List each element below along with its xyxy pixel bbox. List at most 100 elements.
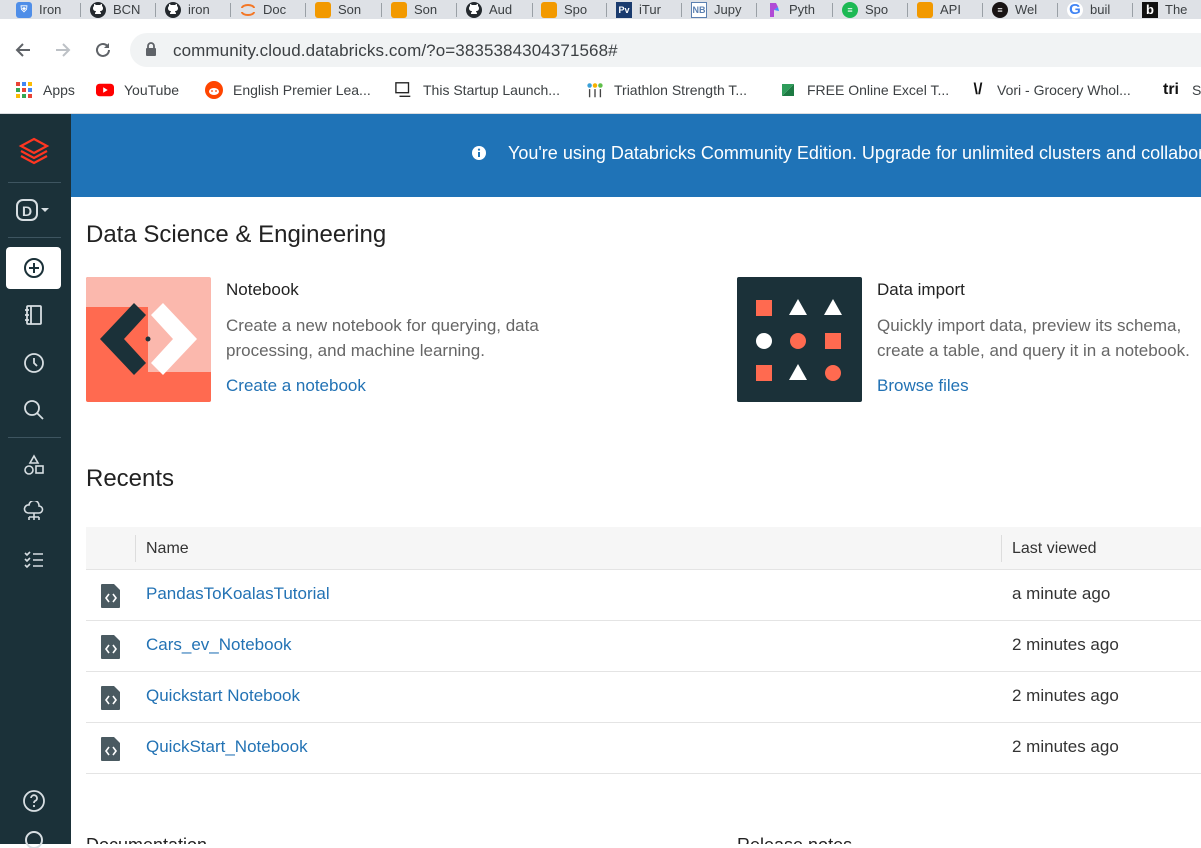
search-icon bbox=[23, 400, 44, 420]
tab-label: Jupy bbox=[714, 2, 742, 17]
browser-tab[interactable]: G buil bbox=[1051, 0, 1131, 19]
workspace-button[interactable] bbox=[6, 294, 61, 336]
browser-tab[interactable]: Son bbox=[375, 0, 455, 19]
tab-label: buil bbox=[1090, 2, 1111, 17]
recents-button[interactable] bbox=[6, 342, 61, 384]
card-description: Create a new notebook for querying, data… bbox=[226, 316, 539, 360]
bookmark-label: Apps bbox=[43, 82, 75, 98]
bookmark-orange-icon bbox=[541, 1, 557, 18]
bookmark-startup[interactable]: This Startup Launch... bbox=[395, 72, 560, 108]
jobs-button[interactable] bbox=[6, 538, 61, 580]
bookmark-orange-icon bbox=[917, 1, 933, 18]
browser-tab[interactable]: ≡ Wel bbox=[976, 0, 1056, 19]
tab-label: Aud bbox=[489, 2, 513, 17]
tab-label: Doc bbox=[263, 2, 287, 17]
spotify-icon: ≡ bbox=[842, 1, 858, 18]
reload-button[interactable] bbox=[91, 38, 115, 62]
tab-label: Wel bbox=[1015, 2, 1038, 17]
google-icon: G bbox=[1067, 1, 1083, 18]
back-button[interactable] bbox=[11, 38, 35, 62]
browser-tab[interactable]: API bbox=[901, 0, 981, 19]
browser-tab[interactable]: Pv iTur bbox=[600, 0, 680, 19]
browse-files-link[interactable]: Browse files bbox=[877, 376, 969, 396]
forward-arrow-icon bbox=[56, 43, 71, 57]
main-content: Data Science & Engineering Notebook Crea… bbox=[71, 197, 1201, 844]
bookmark-premier-league[interactable]: English Premier Lea... bbox=[205, 72, 371, 108]
tri-icon: tri bbox=[1163, 81, 1179, 98]
data-import-illustration-icon bbox=[737, 277, 862, 402]
bookmark-apps[interactable]: Apps bbox=[15, 72, 75, 108]
data-import-card: Data import Quickly import data, preview… bbox=[737, 277, 1201, 402]
vori-icon: \/ bbox=[973, 81, 983, 98]
tab-label: Spo bbox=[564, 2, 588, 17]
excel-icon bbox=[779, 81, 797, 99]
tab-label: iTur bbox=[639, 2, 661, 17]
table-row[interactable]: Cars_ev_Notebook 2 minutes ago bbox=[86, 621, 1201, 672]
bookmark-orange-icon bbox=[391, 1, 407, 18]
tab-label: Son bbox=[338, 2, 362, 17]
last-viewed-time: a minute ago bbox=[1012, 584, 1111, 603]
notebook-file-icon bbox=[101, 737, 120, 761]
b-icon: b bbox=[1142, 1, 1158, 18]
browser-tab[interactable]: Spo bbox=[525, 0, 605, 19]
tab-label: The bbox=[1165, 2, 1188, 17]
bookmark-vori[interactable]: \/ Vori - Grocery Whol... bbox=[969, 72, 1131, 108]
browser-tab[interactable]: NB Jupy bbox=[675, 0, 755, 19]
pycharm-icon bbox=[766, 2, 782, 18]
browser-tab[interactable]: b The bbox=[1126, 0, 1201, 19]
notebook-card: Notebook Create a new notebook for query… bbox=[86, 277, 606, 402]
settings-button[interactable] bbox=[6, 828, 61, 848]
last-viewed-time: 2 minutes ago bbox=[1012, 686, 1119, 705]
persona-switcher[interactable]: D bbox=[6, 189, 61, 231]
table-header: Name Last viewed bbox=[86, 527, 1201, 570]
youtube-icon bbox=[96, 81, 114, 99]
browser-tab[interactable]: ≡ Spo bbox=[826, 0, 906, 19]
browser-tab[interactable]: Son bbox=[299, 0, 379, 19]
persona-d-icon: D bbox=[15, 199, 49, 221]
browser-tab[interactable]: Aud bbox=[450, 0, 530, 19]
databricks-logo-icon bbox=[18, 137, 49, 165]
card-description: Quickly import data, preview its schema,… bbox=[877, 316, 1190, 360]
page-title: Data Science & Engineering bbox=[86, 221, 387, 248]
shapes-icon bbox=[23, 454, 44, 475]
svg-text:D: D bbox=[22, 203, 32, 219]
help-icon bbox=[22, 790, 45, 812]
browser-tab[interactable]: iron bbox=[149, 0, 229, 19]
column-header-last-viewed[interactable]: Last viewed bbox=[1012, 540, 1097, 558]
bookmark-triathlon[interactable]: Triathlon Strength T... bbox=[586, 72, 747, 108]
data-button[interactable] bbox=[6, 444, 61, 486]
spotify-dark-icon: ≡ bbox=[992, 1, 1008, 18]
table-row[interactable]: PandasToKoalasTutorial a minute ago bbox=[86, 570, 1201, 621]
tab-label: BCN bbox=[113, 2, 141, 17]
browser-tab[interactable]: BCN bbox=[74, 0, 154, 19]
bookmark-youtube[interactable]: YouTube bbox=[96, 72, 179, 108]
bookmark-label: Su bbox=[1192, 82, 1201, 98]
notebook-link[interactable]: Quickstart Notebook bbox=[146, 686, 300, 706]
notebook-link[interactable]: Cars_ev_Notebook bbox=[146, 635, 292, 655]
table-row[interactable]: QuickStart_Notebook 2 minutes ago bbox=[86, 723, 1201, 774]
url-field[interactable]: community.cloud.databricks.com/?o=383538… bbox=[130, 33, 1201, 67]
compute-button[interactable] bbox=[6, 491, 61, 533]
notebook-file-icon bbox=[101, 584, 120, 608]
forward-button[interactable] bbox=[51, 38, 75, 62]
browser-tab[interactable]: Doc bbox=[224, 0, 304, 19]
browser-tab[interactable]: ⛨ Iron bbox=[0, 0, 80, 19]
bookmark-tri[interactable]: tri Su bbox=[1160, 72, 1201, 108]
search-button[interactable] bbox=[6, 389, 61, 431]
create-notebook-link[interactable]: Create a notebook bbox=[226, 376, 366, 396]
create-button[interactable] bbox=[6, 247, 61, 289]
documentation-heading: Documentation bbox=[86, 835, 207, 844]
notebook-link[interactable]: PandasToKoalasTutorial bbox=[146, 584, 330, 604]
apps-grid-icon bbox=[15, 81, 33, 99]
triathlon-icon bbox=[586, 81, 604, 99]
cloud-cluster-icon bbox=[23, 501, 43, 520]
notebook-link[interactable]: QuickStart_Notebook bbox=[146, 737, 308, 757]
lock-icon bbox=[146, 42, 156, 56]
browser-tab[interactable]: Pyth bbox=[750, 0, 830, 19]
column-header-name[interactable]: Name bbox=[146, 540, 189, 558]
table-row[interactable]: Quickstart Notebook 2 minutes ago bbox=[86, 672, 1201, 723]
help-button[interactable] bbox=[6, 780, 61, 822]
startup-icon bbox=[395, 81, 413, 99]
databricks-logo[interactable] bbox=[6, 130, 61, 172]
bookmark-excel[interactable]: FREE Online Excel T... bbox=[779, 72, 949, 108]
